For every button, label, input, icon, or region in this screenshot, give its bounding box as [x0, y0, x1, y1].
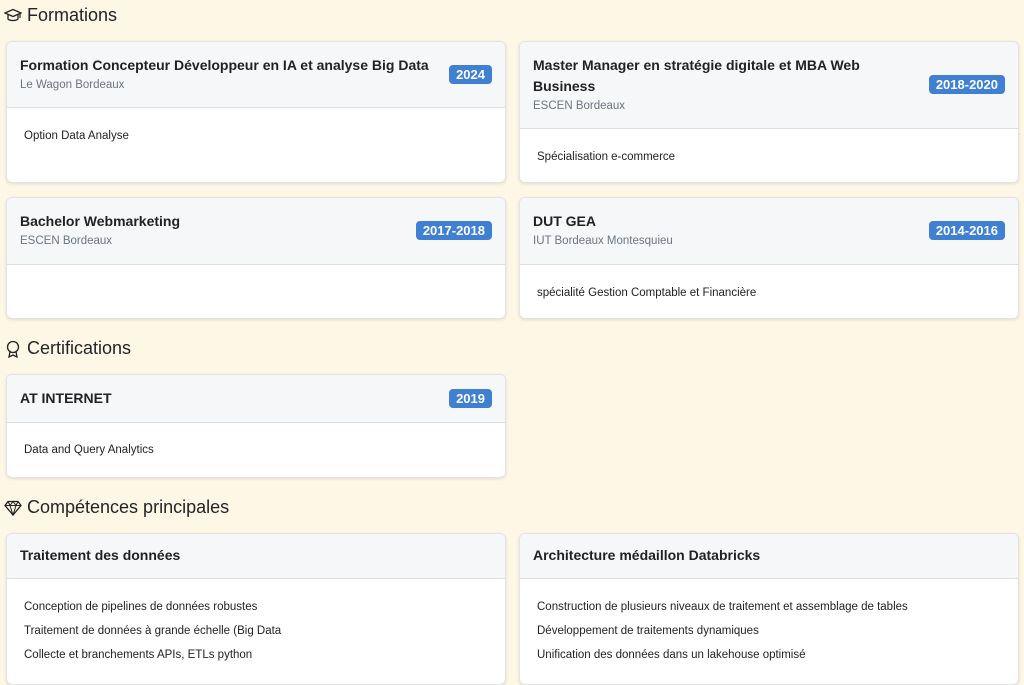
- list-item: Construction de plusieurs niveaux de tra…: [537, 601, 908, 613]
- year-badge: 2024: [449, 65, 492, 84]
- card-title-line1: Master Manager en stratégie digitale et …: [533, 57, 860, 73]
- card-detail: Spécialisation e-commerce: [537, 151, 676, 163]
- competence-card: Architecture médaillon Databricks Constr…: [519, 533, 1019, 685]
- gem-icon: [4, 499, 22, 517]
- certification-card: AT INTERNET 2019 Data and Query Analytic…: [6, 374, 506, 478]
- card-header: Bachelor Webmarketing ESCEN Bordeaux 201…: [7, 198, 505, 265]
- year-badge: 2019: [449, 389, 492, 408]
- card-title: Traitement des données: [20, 547, 181, 563]
- year-badge: 2014-2016: [928, 221, 1005, 240]
- graduation-cap-icon: [4, 7, 22, 25]
- card-body: [7, 265, 505, 281]
- card-body: Data and Query Analytics: [7, 423, 505, 462]
- card-body: Construction de plusieurs niveaux de tra…: [520, 579, 1018, 667]
- list-item: Traitement de données à grande échelle (…: [24, 625, 282, 637]
- award-icon: [4, 340, 22, 358]
- section-title-text: Compétences principales: [27, 497, 230, 517]
- list-item: Unification des données dans un lakehous…: [537, 649, 806, 661]
- card-header: DUT GEA IUT Bordeaux Montesquieu 2014-20…: [520, 198, 1018, 265]
- card-body: Conception de pipelines de données robus…: [7, 579, 505, 667]
- competence-card: Traitement des données Conception de pip…: [6, 533, 506, 685]
- card-detail: spécialité Gestion Comptable et Financiè…: [537, 287, 757, 299]
- card-school: ESCEN Bordeaux: [533, 100, 626, 112]
- card-header: Master Manager en stratégie digitale et …: [520, 42, 1018, 129]
- card-header: AT INTERNET 2019: [7, 375, 505, 423]
- card-detail: Option Data Analyse: [24, 130, 129, 142]
- card-title: Formation Concepteur Développeur en IA e…: [20, 57, 429, 73]
- formation-card: DUT GEA IUT Bordeaux Montesquieu 2014-20…: [519, 197, 1019, 319]
- list-item: Collecte et branchements APIs, ETLs pyth…: [24, 649, 253, 661]
- formation-card: Formation Concepteur Développeur en IA e…: [6, 41, 506, 183]
- formation-card: Master Manager en stratégie digitale et …: [519, 41, 1019, 183]
- card-school: Le Wagon Bordeaux: [20, 79, 125, 91]
- card-detail: Data and Query Analytics: [24, 444, 154, 456]
- card-title: Architecture médaillon Databricks: [533, 547, 761, 563]
- section-title-certifications: Certifications: [4, 338, 131, 359]
- card-body: spécialité Gestion Comptable et Financiè…: [520, 265, 1018, 305]
- section-title-competences: Compétences principales: [4, 497, 229, 518]
- card-header: Formation Concepteur Développeur en IA e…: [7, 42, 505, 108]
- year-badge: 2018-2020: [928, 75, 1005, 94]
- section-title-text: Formations: [27, 5, 118, 25]
- card-body: Spécialisation e-commerce: [520, 129, 1018, 169]
- section-title-formations: Formations: [4, 5, 117, 26]
- formation-card: Bachelor Webmarketing ESCEN Bordeaux 201…: [6, 197, 506, 319]
- card-title: AT INTERNET: [20, 390, 112, 406]
- year-badge: 2017-2018: [415, 221, 492, 240]
- card-header: Architecture médaillon Databricks: [520, 534, 1018, 579]
- list-item: Conception de pipelines de données robus…: [24, 601, 258, 613]
- section-title-text: Certifications: [27, 338, 132, 358]
- card-header: Traitement des données: [7, 534, 505, 579]
- card-body: Option Data Analyse: [7, 108, 505, 148]
- list-item: Développement de traitements dynamiques: [537, 625, 759, 637]
